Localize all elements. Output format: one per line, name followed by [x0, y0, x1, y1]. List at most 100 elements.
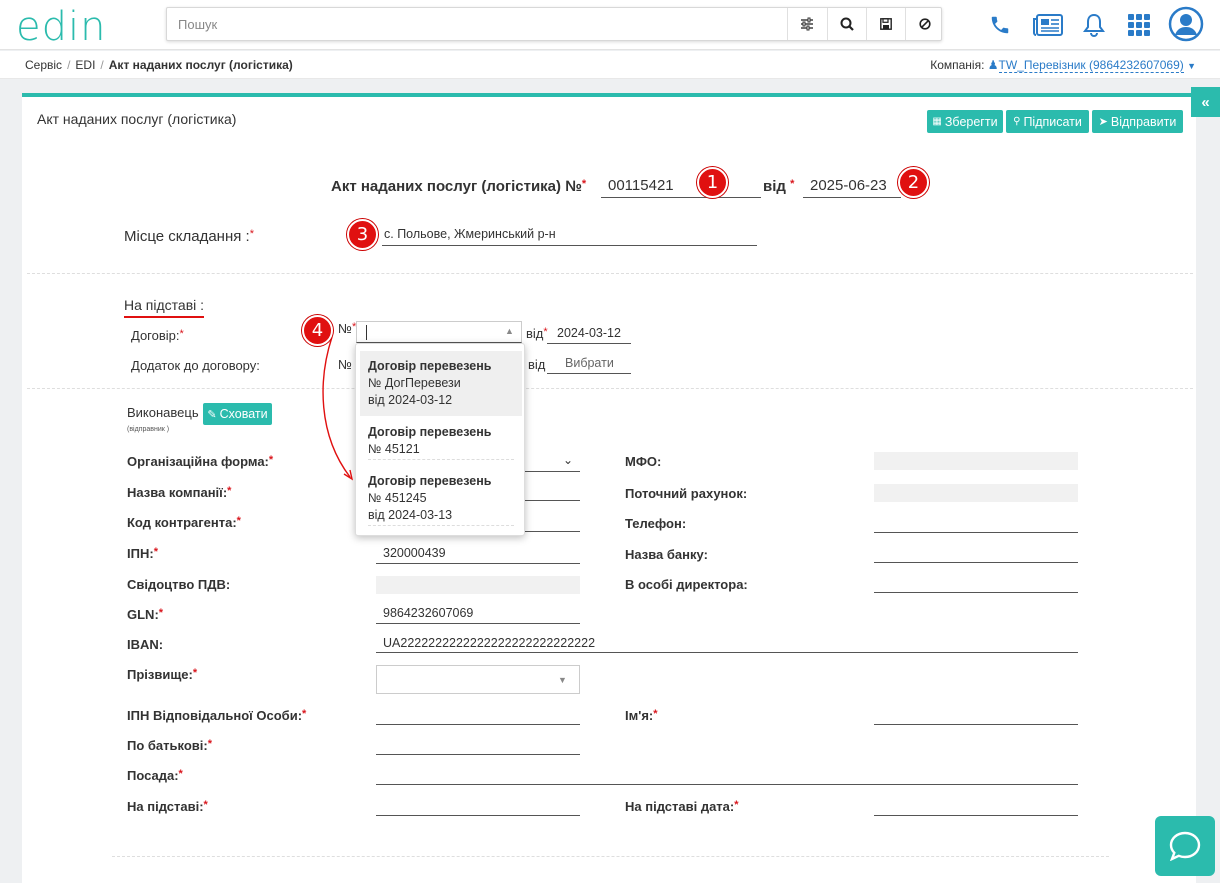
section-divider	[27, 388, 1193, 389]
gln-label: GLN:*	[127, 607, 164, 622]
contract-no-label: №*	[338, 321, 357, 336]
breadcrumb-service[interactable]: Сервіс	[25, 58, 62, 72]
phone-label: Телефон:	[625, 516, 687, 531]
patronymic-input[interactable]	[376, 738, 580, 755]
chat-button[interactable]	[1155, 816, 1215, 876]
bank-label: Назва банку:	[625, 547, 708, 562]
clear-icon[interactable]	[905, 8, 944, 40]
floppy-icon: ▦	[932, 116, 942, 127]
bank-input[interactable]	[874, 546, 1078, 563]
responsible-ipn-input[interactable]	[376, 708, 580, 725]
iban-label: IBAN:	[127, 637, 164, 652]
executor-label: Виконавець	[127, 405, 199, 420]
dropdown-option[interactable]: Договір перевезень № 45121	[360, 424, 522, 460]
director-input[interactable]	[874, 576, 1078, 593]
contract-dropdown: Договір перевезень № ДогПеревези від 202…	[355, 343, 525, 536]
user-icon: ♟	[987, 58, 999, 72]
account-label: Поточний рахунок:	[625, 486, 748, 501]
vat-cert-input	[376, 576, 580, 594]
position-input[interactable]	[376, 768, 1078, 785]
search-bar	[166, 7, 942, 41]
basis-label: На підставі:*	[127, 799, 208, 814]
document-heading: Акт наданих послуг (логістика) №*	[331, 178, 587, 195]
iban-input[interactable]: UA2222222222222222222222222222	[376, 636, 1078, 653]
dropdown-option[interactable]: Договір перевезень № 451245 від 2024-03-…	[360, 473, 522, 526]
collapse-panel-button[interactable]: «	[1191, 87, 1220, 117]
annotation-badge-1: 1	[697, 167, 728, 198]
phone-input[interactable]	[874, 516, 1078, 533]
dropdown-option[interactable]: Договір перевезень № ДогПеревези від 202…	[360, 351, 522, 416]
company-label: Компанія:	[930, 58, 985, 72]
breadcrumb-edi[interactable]: EDI	[75, 58, 95, 72]
annotation-badge-2: 2	[898, 167, 929, 198]
contract-date-input[interactable]: 2024-03-12	[547, 326, 631, 344]
company-value[interactable]: TW_Перевізник (9864232607069)	[998, 58, 1184, 73]
company-selector[interactable]: Компанія: ♟TW_Перевізник (9864232607069)…	[930, 58, 1196, 73]
place-input[interactable]: с. Польове, Жмеринський р-н	[382, 227, 757, 246]
document-date-label: від *	[763, 178, 795, 195]
first-name-label: Ім'я:*	[625, 708, 658, 723]
addendum-label: Додаток до договору:	[131, 358, 260, 373]
annotation-badge-4: 4	[302, 315, 333, 346]
position-label: Посада:*	[127, 768, 183, 783]
section-divider	[27, 273, 1193, 274]
director-label: В особі директора:	[625, 577, 748, 592]
org-form-label: Організаційна форма:*	[127, 454, 274, 469]
patronymic-label: По батькові:*	[127, 738, 213, 753]
contractor-code-label: Код контрагента:*	[127, 515, 241, 530]
chat-bubble-icon	[1169, 831, 1201, 861]
surname-label: Прізвище:*	[127, 667, 198, 682]
executor-sublabel: (відправник )	[127, 426, 170, 433]
breadcrumb-bar: Сервіс / EDI / Акт наданих послуг (логістика…	[0, 51, 1220, 79]
sign-button[interactable]: ⚲ Підписати	[1006, 110, 1089, 133]
search-input[interactable]	[167, 8, 797, 40]
responsible-ipn-label: ІПН Відповідальної Особи:*	[127, 708, 307, 723]
pencil-icon: ✎	[207, 408, 217, 421]
addendum-date-label: від	[528, 357, 546, 372]
place-label: Місце складання :*	[124, 228, 254, 245]
save-icon[interactable]	[866, 8, 905, 40]
text-cursor	[366, 325, 367, 340]
org-form-select[interactable]: ⌄	[525, 452, 580, 472]
section-divider	[112, 856, 1109, 857]
basis-date-label: На підставі дата:*	[625, 799, 739, 814]
save-button[interactable]: ▦ Зберегти	[927, 110, 1003, 133]
breadcrumb-current: Акт наданих послуг (логістика)	[108, 58, 293, 72]
caret-down-icon: ▼	[558, 675, 567, 685]
basis-input[interactable]	[376, 799, 580, 816]
key-icon: ⚲	[1013, 116, 1021, 127]
edin-logo[interactable]: edin	[16, 4, 106, 50]
gln-input[interactable]: 9864232607069	[376, 606, 580, 624]
news-icon[interactable]	[1031, 10, 1065, 40]
first-name-input[interactable]	[874, 708, 1078, 725]
filter-icon[interactable]	[787, 8, 826, 40]
document-number-input[interactable]: 00115421	[601, 177, 761, 198]
annotation-arrow	[322, 336, 354, 481]
top-bar: edin	[0, 0, 1220, 50]
hide-button[interactable]: ✎ Сховати	[203, 403, 272, 425]
caret-down-icon: ▼	[1187, 61, 1196, 71]
bell-icon[interactable]	[1079, 10, 1109, 40]
double-chevron-left-icon: «	[1201, 93, 1210, 111]
phone-icon[interactable]	[985, 10, 1015, 40]
document-date-input[interactable]: 2025-06-23	[803, 177, 901, 198]
ipn-input[interactable]: 320000439	[376, 546, 580, 564]
search-icon[interactable]	[827, 8, 866, 40]
chevron-down-icon: ⌄	[563, 453, 574, 467]
vat-cert-label: Свідоцтво ПДВ:	[127, 577, 231, 592]
contractor-code-input[interactable]	[525, 516, 580, 532]
contract-select[interactable]: ▲	[356, 321, 522, 343]
account-input	[874, 484, 1078, 502]
mfo-label: МФО:	[625, 454, 662, 469]
apps-grid-icon[interactable]	[1124, 10, 1154, 40]
basis-date-input[interactable]	[874, 799, 1078, 816]
surname-select[interactable]: ▼	[376, 665, 580, 694]
company-name-input[interactable]	[525, 485, 580, 501]
send-button[interactable]: ➤ Відправити	[1092, 110, 1183, 133]
ipn-label: ІПН:*	[127, 546, 158, 561]
contract-date-label: від*	[526, 326, 548, 341]
basis-section-label: На підставі :	[124, 297, 205, 318]
paper-plane-icon: ➤	[1098, 116, 1108, 128]
user-avatar-icon[interactable]	[1167, 5, 1205, 43]
addendum-date-input[interactable]: Вибрати	[547, 356, 631, 374]
